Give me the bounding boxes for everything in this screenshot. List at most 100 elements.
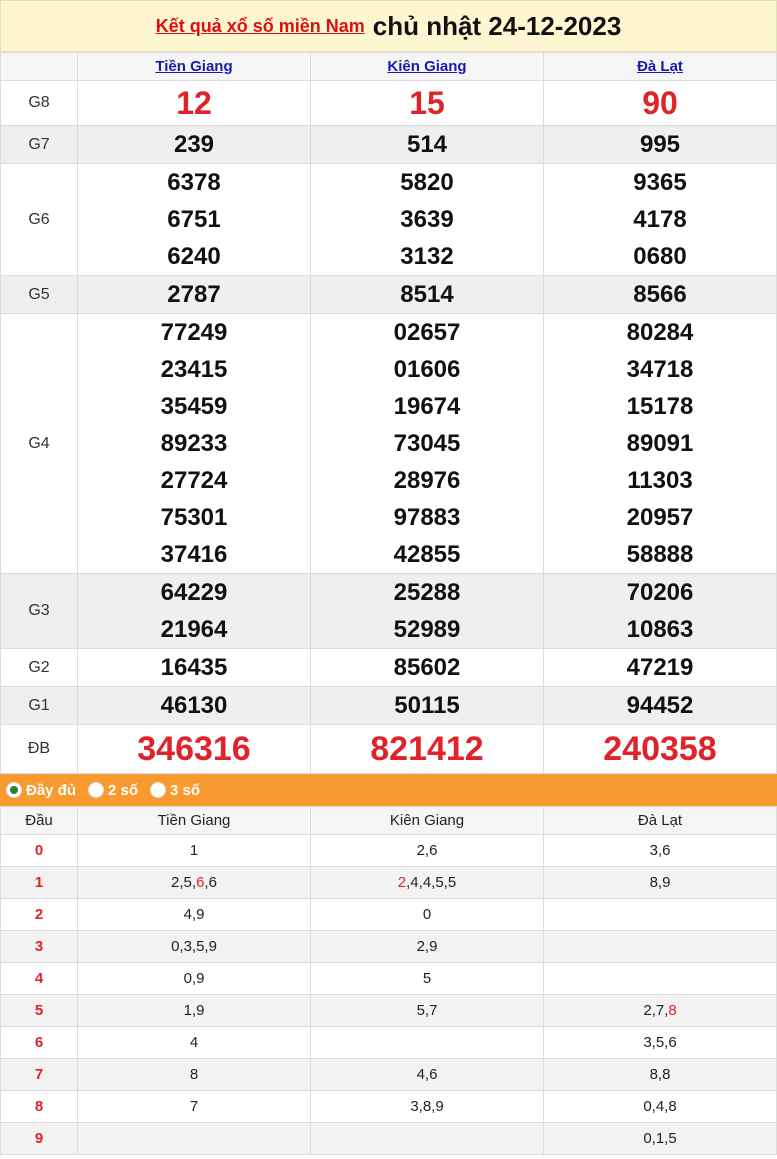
dau-digit: 8 xyxy=(0,1090,78,1123)
loto-row: 5 1,9 5,7 2,7,8 xyxy=(0,994,777,1027)
loto-province-header: Đà Lạt xyxy=(543,806,777,835)
page-title-bar: Kết quả xổ số miền Nam chủ nhật 24-12-20… xyxy=(0,0,777,52)
loto-cell xyxy=(543,898,777,931)
prize-cell: 50115 xyxy=(310,686,544,725)
loto-digits: 0,1,5 xyxy=(643,1130,677,1147)
prize-cell: 77249 23415 35459 89233 27724 75301 37416 xyxy=(77,313,311,574)
loto-digits: 1,9 xyxy=(183,1002,205,1019)
option-three-label: 3 số xyxy=(170,781,201,799)
loto-digits: 0,9 xyxy=(183,970,205,987)
loto-cell xyxy=(543,930,777,963)
loto-digits: 8 xyxy=(189,1066,199,1083)
dau-digit: 9 xyxy=(0,1122,78,1155)
loto-cell: 3,6 xyxy=(543,834,777,867)
prize-number: 35459 xyxy=(160,393,228,420)
prize-number: 73045 xyxy=(393,430,461,457)
prize-label: G4 xyxy=(0,313,78,574)
dau-digit: 1 xyxy=(0,866,78,899)
prize-number: 25288 xyxy=(393,579,461,606)
prize-number: 3639 xyxy=(400,206,454,233)
prize-cell: 47219 xyxy=(543,648,777,687)
province-header: Kiên Giang xyxy=(310,52,544,81)
prize-label: G1 xyxy=(0,686,78,725)
loto-digits: 1 xyxy=(189,842,199,859)
prize-cell: 6378 6751 6240 xyxy=(77,163,311,276)
prize-number: 8566 xyxy=(633,281,687,308)
prize-row: G4 77249 23415 35459 89233 27724 75301 37416 026… xyxy=(0,313,777,574)
prize-number: 5820 xyxy=(400,169,454,196)
radio-icon[interactable] xyxy=(88,782,105,798)
province-link[interactable]: Tiền Giang xyxy=(155,58,232,75)
loto-digits: 3,5,6 xyxy=(643,1034,677,1051)
loto-digits: 0,4,8 xyxy=(643,1098,677,1115)
prize-number: 58888 xyxy=(626,541,694,568)
loto-row: 1 2,5,6,6 2,4,4,5,5 8,9 xyxy=(0,866,777,899)
prize-number: 37416 xyxy=(160,541,228,568)
prize-number: 97883 xyxy=(393,504,461,531)
option-full-label: Đầy đủ xyxy=(26,781,77,799)
prize-number: 28976 xyxy=(393,467,461,494)
loto-cell: 0,3,5,9 xyxy=(77,930,311,963)
prize-row: G7 239 514 995 xyxy=(0,125,777,164)
prize-cell: 46130 xyxy=(77,686,311,725)
loto-digits: 8,9 xyxy=(649,874,671,891)
prize-number: 85602 xyxy=(393,654,461,681)
radio-checked-icon[interactable] xyxy=(6,782,22,798)
province-link[interactable]: Kiên Giang xyxy=(387,58,466,75)
prize-number: 27724 xyxy=(160,467,228,494)
prize-number: 240358 xyxy=(603,730,717,768)
option-three-digits[interactable]: 3 số xyxy=(150,782,200,799)
province-link[interactable]: Đà Lạt xyxy=(637,58,683,75)
loto-digits: 4,9 xyxy=(183,906,205,923)
prize-number: 12 xyxy=(176,85,212,121)
loto-digits: 5 xyxy=(422,970,432,987)
prize-number: 239 xyxy=(173,131,215,158)
dau-digit: 4 xyxy=(0,962,78,995)
option-full[interactable]: Đầy đủ xyxy=(6,782,76,799)
prize-cell: 240358 xyxy=(543,724,777,774)
loto-row: 8 7 3,8,9 0,4,8 xyxy=(0,1090,777,1123)
prize-label: G3 xyxy=(0,573,78,649)
prize-number: 77249 xyxy=(160,319,228,346)
prize-row: G3 64229 21964 25288 52989 70206 10863 xyxy=(0,573,777,649)
prize-number: 8514 xyxy=(400,281,454,308)
loto-cell: 2,6 xyxy=(310,834,544,867)
loto-digits: ,4,4,5,5 xyxy=(406,874,457,891)
prize-number: 02657 xyxy=(393,319,461,346)
prize-number: 46130 xyxy=(160,692,228,719)
prize-number: 70206 xyxy=(626,579,694,606)
prize-row: ĐB 346316 821412 240358 xyxy=(0,724,777,774)
draw-date: chủ nhật 24-12-2023 xyxy=(372,10,622,41)
loto-cell: 7 xyxy=(77,1090,311,1123)
prize-row: G8 12 15 90 xyxy=(0,80,777,126)
loto-cell: 3,8,9 xyxy=(310,1090,544,1123)
loto-cell xyxy=(77,1122,311,1155)
loto-province-header: Tiền Giang xyxy=(77,806,311,835)
loto-digit-highlight: 2 xyxy=(397,874,407,891)
dau-digit: 6 xyxy=(0,1026,78,1059)
loto-cell: 8 xyxy=(77,1058,311,1091)
results-link[interactable]: Kết quả xổ số miền Nam xyxy=(156,16,365,37)
loto-cell xyxy=(310,1026,544,1059)
loto-row: 9 0,1,5 xyxy=(0,1122,777,1155)
loto-cell: 4,6 xyxy=(310,1058,544,1091)
prize-number: 52989 xyxy=(393,616,461,643)
loto-digits: 4,6 xyxy=(416,1066,438,1083)
loto-cell: 0,9 xyxy=(77,962,311,995)
prize-number: 42855 xyxy=(393,541,461,568)
prize-cell: 2787 xyxy=(77,275,311,314)
prize-cell: 8514 xyxy=(310,275,544,314)
prize-number: 50115 xyxy=(394,692,460,719)
prize-row: G1 46130 50115 94452 xyxy=(0,686,777,725)
province-header: Đà Lạt xyxy=(543,52,777,81)
dau-digit: 7 xyxy=(0,1058,78,1091)
dau-digit: 2 xyxy=(0,898,78,931)
radio-icon[interactable] xyxy=(150,782,167,798)
prize-number: 4178 xyxy=(633,206,687,233)
prize-cell: 16435 xyxy=(77,648,311,687)
option-two-digits[interactable]: 2 số xyxy=(88,782,138,799)
prize-cell: 8566 xyxy=(543,275,777,314)
header-corner xyxy=(0,52,78,81)
prize-number: 21964 xyxy=(160,616,228,643)
prize-label: ĐB xyxy=(0,724,78,774)
